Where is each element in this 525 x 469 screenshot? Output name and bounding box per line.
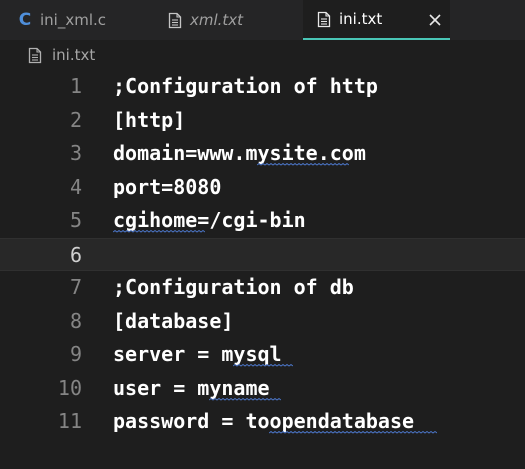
- spelling-squiggle: [233, 364, 293, 367]
- line-number: 5: [69, 208, 82, 232]
- line-number: 10: [57, 375, 82, 400]
- tab-bar: C ini_xml.c xml.txt ini.txt: [0, 0, 525, 40]
- line-number: 4: [69, 174, 82, 199]
- spelling-squiggle: [269, 431, 437, 434]
- line-number: 11: [57, 409, 82, 433]
- code-text[interactable]: ;Configuration of http: [113, 70, 378, 104]
- editor-line: 9 server = mysql: [0, 338, 525, 372]
- code-text[interactable]: ;Configuration of db: [113, 271, 354, 305]
- text-file-icon: [28, 47, 42, 64]
- editor-line: 11 password = toopendatabase: [0, 405, 525, 439]
- editor-line: 3 domain=www.mysite.com: [0, 137, 525, 171]
- editor-line: 4 port=8080: [0, 171, 525, 205]
- line-number: 9: [69, 342, 82, 366]
- code-editor[interactable]: 1 ;Configuration of http 2 [http] 3 doma…: [0, 70, 525, 469]
- tab-label: ini.txt: [339, 10, 383, 28]
- line-number: 2: [69, 107, 82, 132]
- editor-line: 5 cgihome=/cgi-bin: [0, 204, 525, 238]
- line-number: 7: [69, 275, 82, 299]
- line-number: 8: [69, 308, 82, 333]
- code-text[interactable]: port=8080: [113, 171, 221, 205]
- breadcrumb: ini.txt: [0, 40, 525, 70]
- c-file-icon: C: [18, 10, 32, 30]
- text-file-icon: [168, 12, 182, 29]
- spelling-squiggle: [257, 163, 349, 166]
- spelling-squiggle: [113, 230, 205, 233]
- editor-line: 7 ;Configuration of db: [0, 271, 525, 305]
- close-icon[interactable]: [428, 0, 442, 40]
- editor-line: 10 user = myname: [0, 372, 525, 406]
- line-number: 6: [69, 242, 82, 267]
- editor-line: 2 [http]: [0, 104, 525, 138]
- tab-label: xml.txt: [190, 11, 244, 29]
- line-number: 3: [69, 141, 82, 165]
- editor-line: 1 ;Configuration of http: [0, 70, 525, 104]
- breadcrumb-item-ini-txt[interactable]: ini.txt: [52, 46, 95, 64]
- text-file-icon: [317, 11, 331, 28]
- code-text[interactable]: [database]: [113, 305, 233, 339]
- editor-line: 8 [database]: [0, 305, 525, 339]
- tab-ini-xml-c[interactable]: C ini_xml.c: [18, 0, 106, 40]
- tab-xml-txt[interactable]: xml.txt: [168, 0, 243, 40]
- line-number: 1: [69, 74, 82, 98]
- spelling-squiggle: [209, 397, 281, 401]
- tab-label: ini_xml.c: [40, 11, 107, 29]
- code-text[interactable]: [http]: [113, 104, 185, 138]
- editor-line-current: 6: [0, 237, 525, 271]
